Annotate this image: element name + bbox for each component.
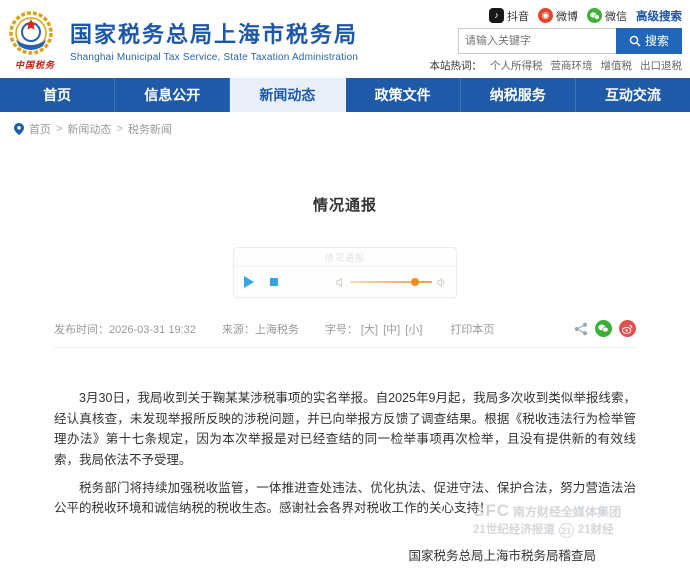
speaker-high-icon [437,277,445,287]
location-pin-icon [14,123,24,135]
volume-slider[interactable] [350,278,432,286]
douyin-icon: ♪ [489,8,504,23]
share-wechat-icon[interactable] [595,320,612,337]
hotword-link[interactable]: 营商环境 [551,58,593,73]
meta-left: 发布时间：2026-03-31 19:32 来源：上海税务 字号： [大] [中… [54,321,494,337]
wechat-icon [587,8,602,23]
hotwords-label: 本站热词： [429,59,483,72]
font-size-medium[interactable]: [中] [383,324,400,336]
share-icon[interactable] [574,322,588,336]
print-page-link[interactable]: 打印本页 [450,321,494,337]
douyin-link[interactable]: ♪ 抖音 [489,8,529,24]
site-title: 国家税务总局上海市税务局 [70,22,359,47]
nav-item-info-disclosure[interactable]: 信息公开 [115,78,231,112]
font-size-small[interactable]: [小] [405,324,422,336]
social-row: ♪ 抖音 ◉ 微博 微信 高级搜索 [489,8,682,24]
search-icon [629,35,641,46]
site-header: 中国税务 国家税务总局上海市税务局 Shanghai Municipal Tax… [0,0,690,78]
nav-item-news[interactable]: 新闻动态 [230,78,346,112]
speaker-low-icon [336,277,342,287]
volume-slider-handle[interactable] [410,278,419,286]
wechat-link[interactable]: 微信 [587,8,627,24]
breadcrumb: 首页 > 新闻动态 > 税务新闻 [0,112,690,146]
breadcrumb-news[interactable]: 新闻动态 [67,121,111,137]
logo-caption: 中国税务 [14,59,55,70]
volume-control [336,277,446,287]
source: 来源：上海税务 [221,323,299,336]
article: 情况通报 情况通报 发布时间：2026-03-31 19:32 来源：上海税务 … [54,194,636,580]
weibo-link[interactable]: ◉ 微博 [538,8,578,24]
audio-controls [234,267,456,297]
signature: 国家税务总局上海市税务局稽查局 [408,548,596,563]
audio-title: 情况通报 [234,248,456,267]
paragraph: 3月30日，我局收到关于鞠某某涉税事项的实名举报。自2025年9月起，我局多次收… [54,391,636,467]
breadcrumb-separator: > [56,123,63,135]
nav-item-home[interactable]: 首页 [0,78,116,112]
nav-item-tax-service[interactable]: 纳税服务 [461,78,576,112]
search-bar: 搜索 [458,27,682,54]
weibo-label: 微博 [556,10,578,23]
wechat-label: 微信 [605,10,627,23]
publish-time: 发布时间：2026-03-31 19:32 [54,323,196,336]
breadcrumb-home[interactable]: 首页 [29,121,51,137]
paragraph: 税务部门将持续加强税收监管，一体推进查处违法、优化执法、促进守法、保护合法，努力… [54,480,636,516]
weibo-icon: ◉ [538,8,553,23]
nav-item-policy[interactable]: 政策文件 [346,78,461,112]
advanced-search-link[interactable]: 高级搜索 [636,8,682,24]
play-button[interactable] [244,276,254,288]
header-right: ♪ 抖音 ◉ 微博 微信 高级搜索 搜 [430,8,682,73]
search-button[interactable]: 搜索 [616,27,682,54]
douyin-label: 抖音 [507,10,529,23]
stop-button[interactable] [270,278,278,286]
hotword-link[interactable]: 增值税 [601,58,633,73]
article-body: 3月30日，我局收到关于鞠某某涉税事项的实名举报。自2025年9月起，我局多次收… [54,388,636,519]
site-logo: 中国税务 [6,10,64,71]
share-icons [574,320,636,337]
breadcrumb-separator: > [116,123,123,135]
search-input[interactable] [458,27,616,54]
search-button-label: 搜索 [644,34,669,48]
main-nav: 首页 信息公开 新闻动态 政策文件 纳税服务 互动交流 [0,78,690,112]
share-weibo-icon[interactable] [619,320,636,337]
hotword-link[interactable]: 出口退税 [640,58,682,73]
audio-player: 情况通报 [233,247,457,298]
hotword-link[interactable]: 个人所得税 [490,58,543,73]
font-size-large[interactable]: [大] [361,324,378,336]
page-title: 情况通报 [312,197,377,214]
tax-emblem-icon [9,10,53,55]
article-meta: 发布时间：2026-03-31 19:32 来源：上海税务 字号： [大] [中… [54,320,636,348]
site-subtitle: Shanghai Municipal Tax Service, State Ta… [70,52,359,63]
font-size-switch: 字号： [大] [中] [小] [324,323,423,336]
breadcrumb-tax-news[interactable]: 税务新闻 [128,121,172,137]
hotwords-row: 本站热词： 个人所得税 营商环境 增值税 出口退税 [430,58,683,73]
page: 中国税务 国家税务总局上海市税务局 Shanghai Municipal Tax… [0,0,690,580]
nav-item-interaction[interactable]: 互动交流 [576,78,690,112]
title-block: 国家税务总局上海市税务局 Shanghai Municipal Tax Serv… [70,17,358,63]
